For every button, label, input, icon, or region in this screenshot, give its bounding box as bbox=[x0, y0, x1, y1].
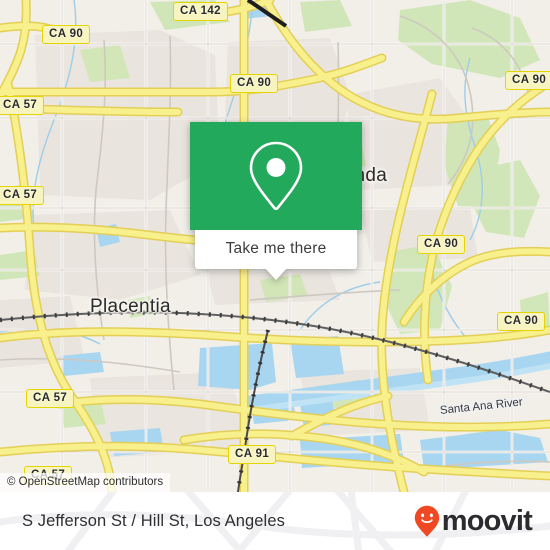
map-attribution[interactable]: © OpenStreetMap contributors bbox=[0, 473, 171, 492]
footer-bar: S Jefferson St / Hill St, Los Angeles mo… bbox=[0, 492, 550, 550]
shield-ca-142: CA 142 bbox=[173, 2, 228, 21]
shield-ca-90-topcenter: CA 90 bbox=[230, 74, 279, 93]
popup-header bbox=[190, 122, 362, 230]
location-pin-icon bbox=[249, 141, 303, 211]
place-label-placentia: Placentia bbox=[90, 296, 171, 317]
shield-ca-57-upper: CA 57 bbox=[0, 96, 45, 115]
map-screenshot: CA 142 CA 90 CA 90 CA 57 CA 90 CA 57 CA … bbox=[0, 0, 550, 550]
shield-ca-57-lower: CA 57 bbox=[26, 389, 75, 408]
moovit-logo[interactable]: moovit bbox=[414, 492, 533, 550]
shield-ca-57-mid: CA 57 bbox=[0, 186, 45, 205]
shield-ca-91: CA 91 bbox=[228, 445, 277, 464]
shield-ca-90-topright: CA 90 bbox=[505, 71, 550, 90]
shield-ca-90-rightlower: CA 90 bbox=[497, 312, 546, 331]
shield-ca-90-topleft: CA 90 bbox=[42, 25, 91, 44]
location-popup[interactable]: Take me there bbox=[190, 122, 362, 280]
shield-ca-90-right: CA 90 bbox=[417, 235, 466, 254]
location-title: S Jefferson St / Hill St, Los Angeles bbox=[22, 492, 285, 550]
moovit-pin-icon bbox=[414, 505, 439, 537]
popup-tail bbox=[265, 268, 287, 280]
popup-action-label: Take me there bbox=[225, 240, 327, 257]
map-canvas[interactable]: CA 142 CA 90 CA 90 CA 57 CA 90 CA 57 CA … bbox=[0, 0, 550, 492]
moovit-wordmark: moovit bbox=[441, 504, 533, 537]
popup-action[interactable]: Take me there bbox=[195, 230, 357, 280]
location-title-text: S Jefferson St / Hill St, Los Angeles bbox=[22, 511, 285, 530]
